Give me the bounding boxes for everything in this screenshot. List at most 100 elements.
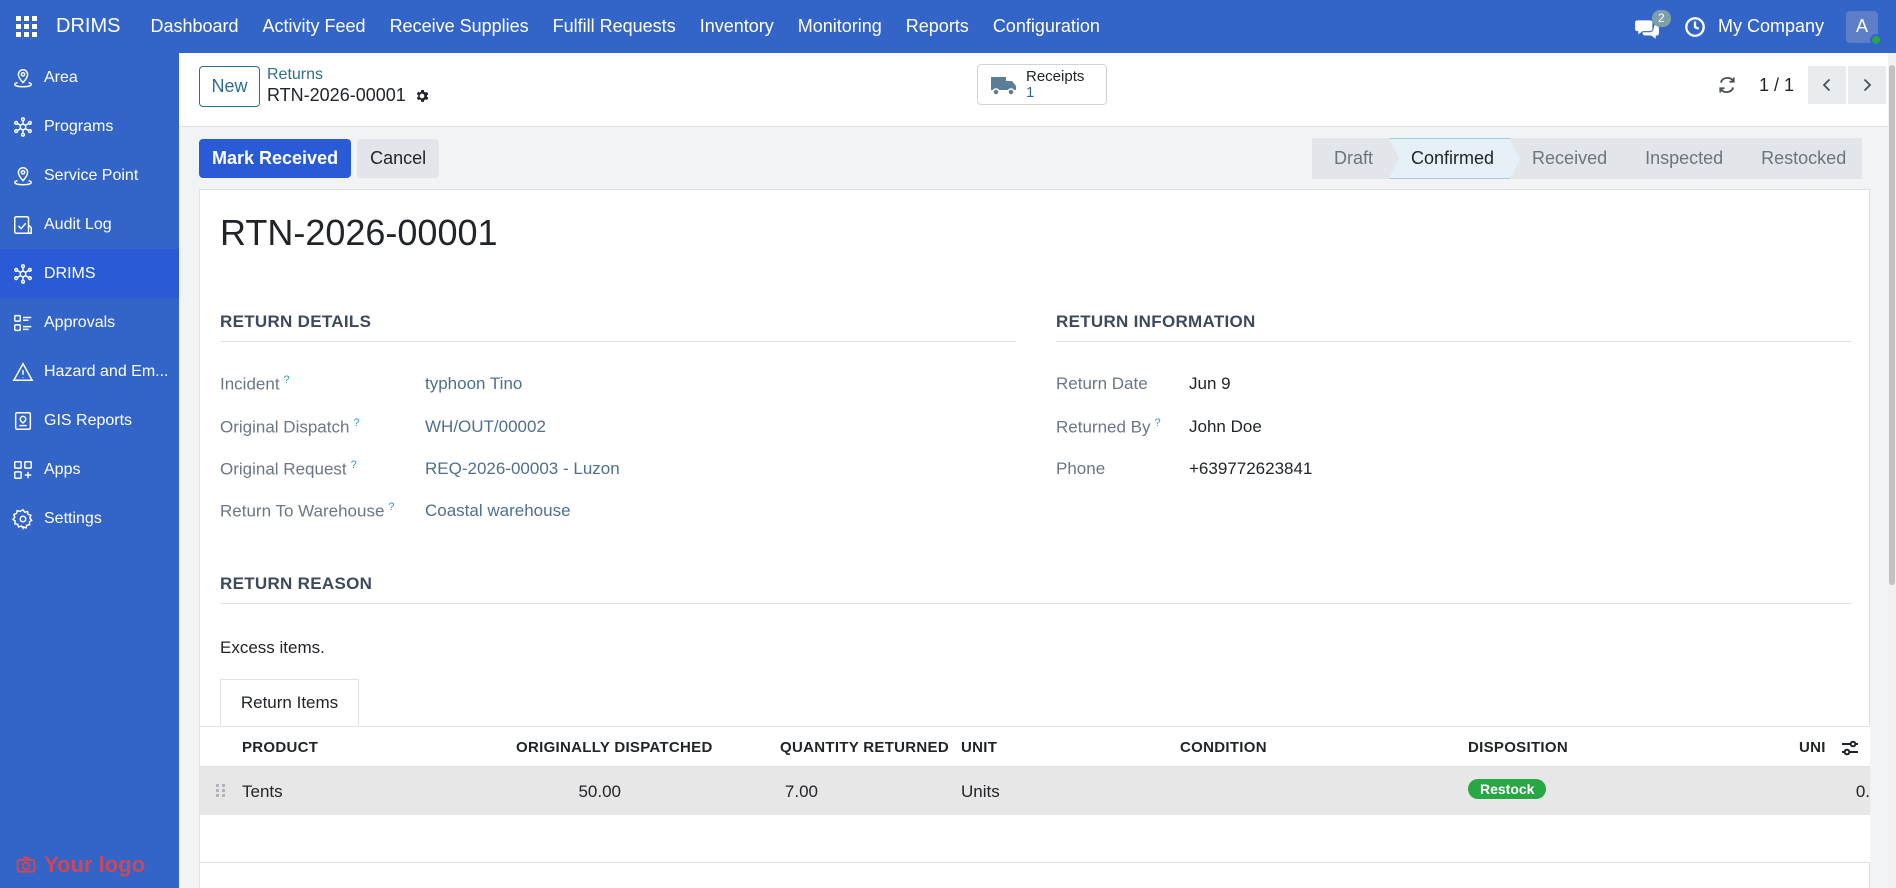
gear-icon[interactable] (414, 88, 430, 104)
online-status-dot (1870, 33, 1882, 46)
sidebar-item-hazard[interactable]: Hazard and Em... (0, 347, 179, 396)
sidebar-item-gis-reports[interactable]: GIS Reports (0, 396, 179, 445)
sidebar-item-programs[interactable]: Programs (0, 102, 179, 151)
original-request-link[interactable]: REQ-2026-00003 - Luzon (425, 459, 620, 479)
status-draft[interactable]: Draft (1312, 138, 1400, 179)
sidebar-item-settings[interactable]: Settings (0, 494, 179, 543)
menu-configuration[interactable]: Configuration (981, 16, 1112, 37)
table-row[interactable]: Tents 50.00 7.00 Units Restock 0. (200, 766, 1870, 815)
audit-icon (14, 215, 32, 234)
chat-icon[interactable]: 2 (1634, 9, 1671, 42)
user-avatar[interactable]: A (1846, 10, 1882, 46)
cell-product[interactable]: Tents (242, 782, 283, 802)
sidebar-item-apps[interactable]: Apps (0, 445, 179, 494)
help-tooltip-icon[interactable]: ? (284, 374, 290, 386)
sidebar-item-label: DRIMS (44, 264, 96, 282)
column-condition[interactable]: CONDITION (1180, 739, 1267, 756)
status-confirmed[interactable]: Confirmed (1389, 138, 1521, 180)
menu-fulfill-requests[interactable]: Fulfill Requests (541, 16, 688, 37)
cell-unit[interactable]: Units (961, 782, 1000, 802)
return-date-value: Jun 9 (1189, 374, 1231, 393)
menu-receive-supplies[interactable]: Receive Supplies (378, 16, 541, 37)
refresh-icon[interactable] (1717, 75, 1737, 95)
returned-by-value: John Doe (1189, 417, 1262, 436)
status-label: Received (1532, 148, 1608, 168)
cell-unit-cost[interactable]: 0. (1856, 782, 1870, 802)
network-icon (14, 263, 32, 284)
return-reason-title: RETURN REASON (220, 574, 373, 593)
column-unit-cost[interactable]: UNI (1799, 739, 1826, 756)
status-label: Restocked (1761, 148, 1847, 168)
sidebar-item-approvals[interactable]: Approvals (0, 298, 179, 347)
breadcrumb-current: RTN-2026-00001 (267, 85, 430, 106)
sidebar-item-label: Approvals (44, 313, 116, 331)
breadcrumb-returns[interactable]: Returns (267, 66, 323, 84)
chevron-left-icon (1822, 78, 1831, 92)
sidebar-item-area[interactable]: Area (0, 53, 179, 102)
phone-value: +639772623841 (1189, 459, 1313, 478)
menu-activity-feed[interactable]: Activity Feed (251, 16, 378, 37)
help-tooltip-icon[interactable]: ? (1155, 417, 1161, 429)
sidebar-item-service-point[interactable]: Service Point (0, 151, 179, 200)
column-options-icon[interactable] (1840, 739, 1860, 757)
apps-menu-icon[interactable] (0, 0, 52, 53)
pager-next[interactable] (1848, 66, 1886, 104)
sidebar-item-drims[interactable]: DRIMS (0, 249, 179, 298)
pager-previous[interactable] (1808, 66, 1846, 104)
warning-icon (12, 361, 34, 381)
menu-reports[interactable]: Reports (894, 16, 981, 37)
menu-monitoring[interactable]: Monitoring (786, 16, 894, 37)
cell-quantity-returned[interactable]: 7.00 (785, 782, 818, 802)
table-footer (200, 815, 1870, 863)
column-disposition[interactable]: DISPOSITION (1468, 739, 1568, 756)
pager: 1 / 1 (1717, 66, 1886, 104)
return-to-warehouse-label: Return To Warehouse? (220, 501, 395, 522)
field-label-text: Original Request (220, 459, 347, 479)
menu-inventory[interactable]: Inventory (688, 16, 786, 37)
cell-originally-dispatched[interactable]: 50.00 (578, 782, 621, 802)
column-unit[interactable]: UNIT (961, 739, 997, 756)
column-quantity-returned[interactable]: QUANTITY RETURNED (780, 739, 949, 756)
status-label: Inspected (1645, 148, 1724, 168)
form-actions: Mark Received Cancel (199, 139, 440, 178)
section-divider (1056, 341, 1852, 342)
company-logo: Your logo (16, 852, 145, 878)
sidebar-item-label: Programs (44, 117, 114, 135)
column-originally-dispatched[interactable]: ORIGINALLY DISPATCHED (516, 739, 713, 756)
original-dispatch-link[interactable]: WH/OUT/00002 (425, 417, 546, 437)
return-to-warehouse-link[interactable]: Coastal warehouse (425, 501, 571, 521)
incident-link[interactable]: typhoon Tino (425, 374, 522, 394)
company-switcher[interactable]: My Company (1718, 16, 1824, 37)
help-tooltip-icon[interactable]: ? (353, 417, 359, 429)
drag-handle-icon[interactable] (216, 784, 225, 797)
help-tooltip-icon[interactable]: ? (388, 501, 394, 513)
avatar-letter: A (1855, 16, 1868, 36)
disposition-badge[interactable]: Restock (1468, 779, 1547, 799)
original-request-label: Original Request? (220, 459, 357, 480)
brand-name[interactable]: DRIMS (52, 15, 124, 38)
status-received[interactable]: Received (1510, 138, 1634, 179)
sidebar-item-label: Apps (44, 460, 81, 478)
sidebar-item-audit-log[interactable]: Audit Log (0, 200, 179, 249)
menu-dashboard[interactable]: Dashboard (138, 16, 250, 37)
receipts-smart-button[interactable]: Receipts 1 (977, 64, 1107, 105)
column-product[interactable]: PRODUCT (242, 739, 318, 756)
field-label-text: Original Dispatch (220, 417, 350, 437)
clock-icon[interactable] (1684, 16, 1706, 38)
status-restocked[interactable]: Restocked (1739, 138, 1863, 179)
field-label-text: Return To Warehouse (220, 501, 385, 521)
new-button[interactable]: New (199, 66, 260, 107)
original-dispatch-label: Original Dispatch? (220, 417, 360, 438)
tab-return-items[interactable]: Return Items (220, 679, 359, 726)
cancel-button[interactable]: Cancel (357, 139, 440, 178)
mark-received-button[interactable]: Mark Received (199, 139, 352, 178)
scrollbar-thumb[interactable] (1889, 65, 1895, 585)
pager-value[interactable]: 1 / 1 (1759, 75, 1794, 96)
status-inspected[interactable]: Inspected (1623, 138, 1750, 179)
sidebar-item-label: Settings (44, 509, 102, 527)
report-icon (14, 411, 32, 430)
control-panel: New Returns RTN-2026-00001 Receipts 1 1 … (179, 53, 1896, 127)
breadcrumb-record-name: RTN-2026-00001 (267, 85, 406, 105)
help-tooltip-icon[interactable]: ? (351, 459, 357, 471)
page-scrollbar[interactable] (1888, 53, 1896, 888)
